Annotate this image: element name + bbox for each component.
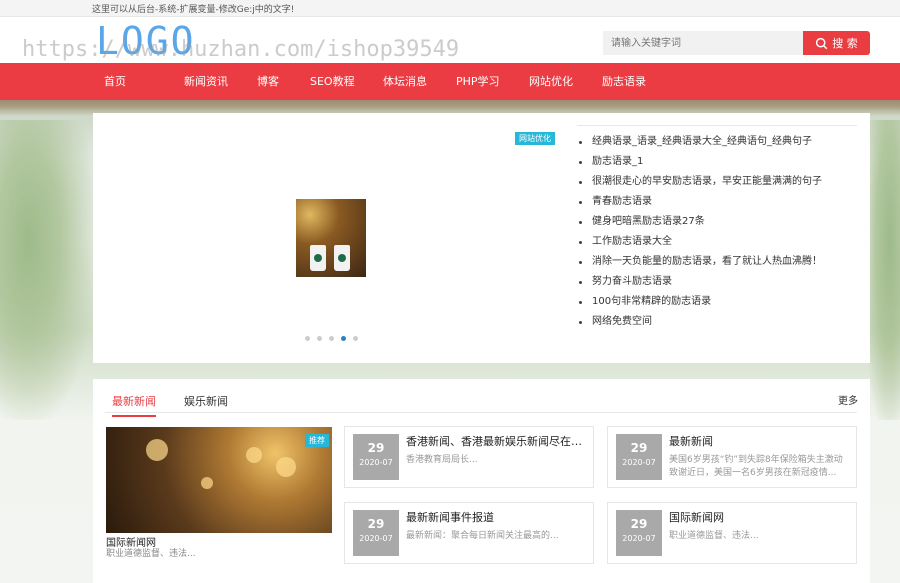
headline-link[interactable]: 很潮很走心的早安励志语录，早安正能量满满的句子 xyxy=(577,172,857,192)
headline-link[interactable]: 健身吧暗黑励志语录27条 xyxy=(577,212,857,232)
bokeh-light xyxy=(146,439,168,461)
featured-badge: 推荐 xyxy=(305,434,329,447)
date-day: 29 xyxy=(630,441,648,455)
featured-desc: 职业道德监督、违法... xyxy=(106,549,196,559)
slider-image[interactable] xyxy=(296,199,366,277)
slider-dot-5[interactable] xyxy=(353,336,358,341)
nav-item-quotes[interactable]: 励志语录 xyxy=(602,63,646,100)
news-card-title[interactable]: 最新新闻事件报道 xyxy=(406,509,588,525)
search-button-label: 搜 索 xyxy=(832,37,858,50)
nav-item-blog[interactable]: 博客 xyxy=(257,63,279,100)
headline-link[interactable]: 工作励志语录大全 xyxy=(577,232,857,252)
date-year-month: 2020-07 xyxy=(359,458,393,467)
news-card-summary: 最新新闻：聚合每日新闻关注最高的... xyxy=(406,531,559,541)
search-button[interactable]: 搜 索 xyxy=(803,31,870,55)
bokeh-light xyxy=(276,457,296,477)
news-card[interactable]: 29 2020-07 国际新闻网 职业道德监督、违法... xyxy=(607,502,857,564)
nav-item-seo[interactable]: SEO教程 xyxy=(310,63,355,100)
nav-item-home[interactable]: 首页 xyxy=(104,63,126,100)
news-card-summary: 职业道德监督、违法... xyxy=(669,531,759,541)
watermark-text: https://www.huzhan.com/ishop39549 xyxy=(22,37,460,62)
site-header: LOGO https://www.huzhan.com/ishop39549 搜… xyxy=(0,17,900,63)
date-box: 29 2020-07 xyxy=(616,510,662,556)
search-input[interactable] xyxy=(603,31,803,55)
bokeh-light xyxy=(246,447,262,463)
headline-link[interactable]: 经典语录_语录_经典语录大全_经典语句_经典句子 xyxy=(577,132,857,152)
news-card-title[interactable]: 香港新闻、香港最新娱乐新闻尽在香... xyxy=(406,433,588,449)
nav-item-sports[interactable]: 体坛消息 xyxy=(383,63,427,100)
news-card[interactable]: 29 2020-07 最新新闻事件报道 最新新闻：聚合每日新闻关注最高的... xyxy=(344,502,594,564)
headline-link[interactable]: 网络免费空间 xyxy=(577,312,857,332)
slider-dots xyxy=(305,336,358,341)
headline-link[interactable]: 努力奋斗励志语录 xyxy=(577,272,857,292)
date-year-month: 2020-07 xyxy=(622,458,656,467)
search-icon xyxy=(816,37,828,49)
date-day: 29 xyxy=(367,517,385,531)
more-link[interactable]: 更多 xyxy=(838,392,858,407)
top-notice-bar: 这里可以从后台-系统-扩展变量-修改Ge:j中的文字! xyxy=(0,0,900,17)
date-day: 29 xyxy=(367,441,385,455)
news-card-summary: 美国6岁男孩“钓”到失踪8年保险箱失主激动致谢近日，美国一名6岁男孩在新冠疫情.… xyxy=(669,455,843,478)
featured-image[interactable] xyxy=(106,427,332,533)
headline-link[interactable]: 励志语录_1 xyxy=(577,152,857,172)
slider-category-tag[interactable]: 网站优化 xyxy=(515,132,555,145)
news-card-summary: 香港教育局局长... xyxy=(406,455,478,465)
headline-link[interactable]: 青春励志语录 xyxy=(577,192,857,212)
news-card[interactable]: 29 2020-07 最新新闻 美国6岁男孩“钓”到失踪8年保险箱失主激动致谢近… xyxy=(607,426,857,488)
nav-item-news[interactable]: 新闻资讯 xyxy=(184,63,228,100)
date-year-month: 2020-07 xyxy=(622,534,656,543)
date-day: 29 xyxy=(630,517,648,531)
slider-dot-4[interactable] xyxy=(341,336,346,341)
headline-link[interactable]: 100句非常精辟的励志语录 xyxy=(577,292,857,312)
slider-dot-1[interactable] xyxy=(305,336,310,341)
news-card-title[interactable]: 国际新闻网 xyxy=(669,509,851,525)
cup-graphic xyxy=(310,245,326,271)
background-field-right xyxy=(865,120,900,420)
news-card[interactable]: 29 2020-07 香港新闻、香港最新娱乐新闻尽在香... 香港教育局局长..… xyxy=(344,426,594,488)
nav-item-php[interactable]: PHP学习 xyxy=(456,63,500,100)
slider-dot-3[interactable] xyxy=(329,336,334,341)
slider-dot-2[interactable] xyxy=(317,336,322,341)
headline-list: 经典语录_语录_经典语录大全_经典语句_经典句子 励志语录_1 很潮很走心的早安… xyxy=(577,125,857,332)
hero-panel: 网站优化 经典语录_语录_经典语录大全_经典语句_经典句子 励志语录_1 很潮很… xyxy=(93,113,870,363)
date-box: 29 2020-07 xyxy=(616,434,662,480)
date-year-month: 2020-07 xyxy=(359,534,393,543)
date-box: 29 2020-07 xyxy=(353,510,399,556)
date-box: 29 2020-07 xyxy=(353,434,399,480)
search-box: 搜 索 xyxy=(603,31,870,55)
headline-link[interactable]: 消除一天负能量的励志语录，看了就让人热血沸腾！ xyxy=(577,252,857,272)
cup-graphic xyxy=(334,245,350,271)
news-card-title[interactable]: 最新新闻 xyxy=(669,433,851,449)
background-field-left xyxy=(0,120,95,420)
tab-latest-news[interactable]: 最新新闻 xyxy=(112,393,156,417)
tab-divider xyxy=(105,412,857,413)
top-notice-text: 这里可以从后台-系统-扩展变量-修改Ge:j中的文字! xyxy=(92,5,295,15)
nav-item-site-optimization[interactable]: 网站优化 xyxy=(529,63,573,100)
main-nav: 首页 新闻资讯 博客 SEO教程 体坛消息 PHP学习 网站优化 励志语录 xyxy=(0,63,900,100)
news-panel: 最新新闻 娱乐新闻 更多 推荐 国际新闻网 职业道德监督、违法... 29 20… xyxy=(93,379,870,583)
bokeh-light xyxy=(201,477,213,489)
